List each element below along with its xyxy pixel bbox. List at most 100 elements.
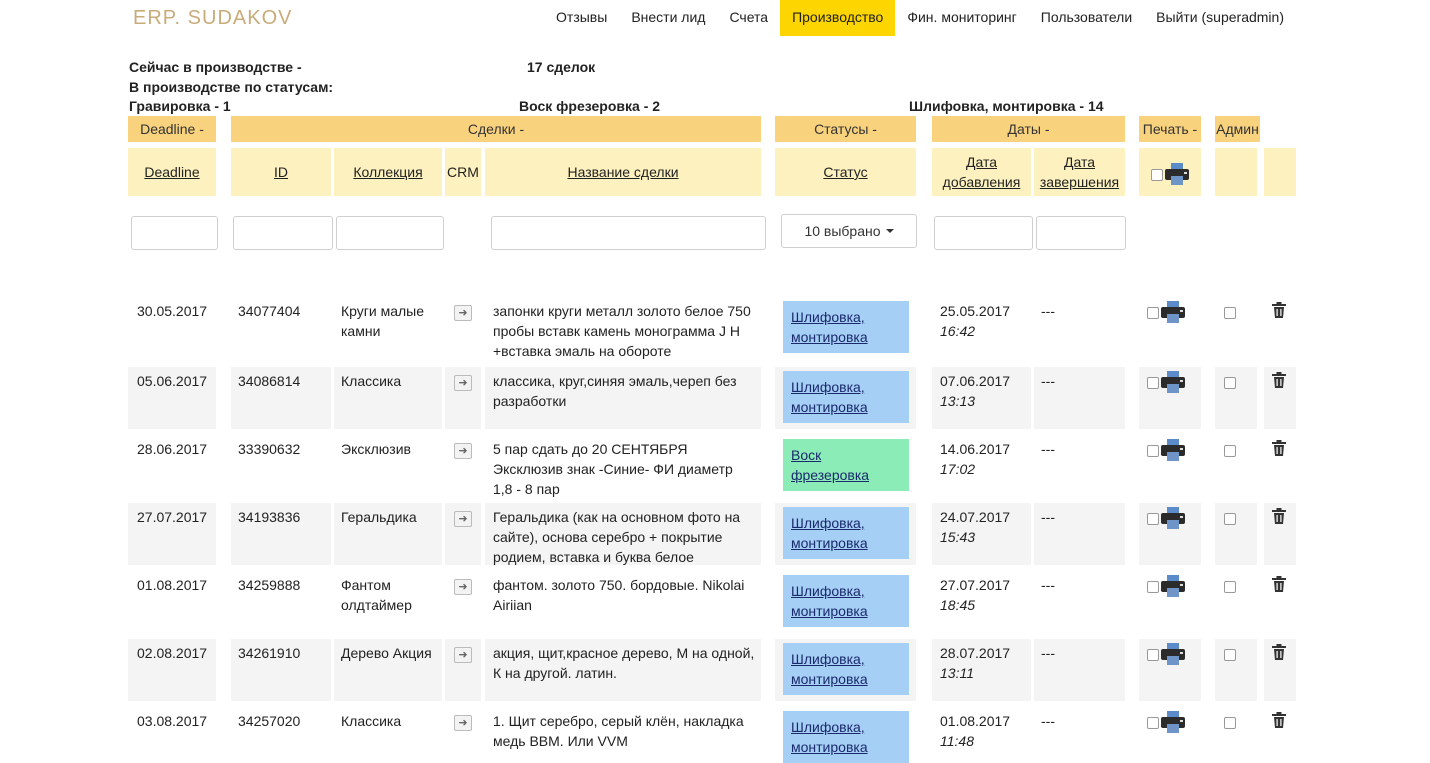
printer-icon[interactable] — [1160, 437, 1186, 463]
status-badge[interactable]: Воск фрезеровкаВоскфрезеровка — [783, 439, 909, 491]
admin-checkbox[interactable] — [1224, 649, 1236, 661]
status-link-line2[interactable]: монтировка — [791, 603, 868, 619]
status-link-line1[interactable]: Воск — [791, 447, 821, 463]
printer-icon[interactable] — [1160, 641, 1186, 667]
status-link-line1[interactable]: Шлифовка, — [791, 515, 865, 531]
col-date-done[interactable]: Дата завершения — [1034, 148, 1125, 196]
group-dates[interactable]: Даты - — [932, 116, 1125, 142]
status-link-line2[interactable]: монтировка — [791, 739, 868, 755]
crm-arrow-icon[interactable]: ➜ — [454, 511, 472, 527]
col-date-added-label[interactable]: Дата добавления — [932, 152, 1031, 192]
printer-icon[interactable] — [1160, 709, 1186, 735]
crm-arrow-icon[interactable]: ➜ — [454, 715, 472, 731]
print-all-checkbox[interactable] — [1151, 169, 1163, 181]
print-checkbox[interactable] — [1147, 513, 1159, 525]
status-link-line1[interactable]: Шлифовка, — [791, 379, 865, 395]
nav-reviews[interactable]: Отзывы — [544, 0, 619, 36]
admin-checkbox[interactable] — [1224, 445, 1236, 457]
nav-production[interactable]: Производство — [780, 0, 896, 36]
admin-checkbox[interactable] — [1224, 717, 1236, 729]
trash-icon[interactable] — [1272, 644, 1286, 660]
trash-icon[interactable] — [1272, 712, 1286, 728]
col-name-label[interactable]: Название сделки — [567, 162, 678, 182]
status-link-line2[interactable]: монтировка — [791, 399, 868, 415]
printer-icon[interactable] — [1164, 161, 1190, 187]
col-date-added[interactable]: Дата добавления — [932, 148, 1031, 196]
status-badge[interactable]: Шлифовка, монтировкаШлифовка,монтировка — [783, 711, 909, 763]
col-id-label[interactable]: ID — [274, 162, 288, 182]
nav-invoices[interactable]: Счета — [717, 0, 780, 36]
crm-arrow-icon[interactable]: ➜ — [454, 305, 472, 321]
col-name[interactable]: Название сделки — [485, 148, 761, 196]
cell-bg — [1215, 571, 1257, 633]
date-done-filter-input[interactable] — [1036, 216, 1126, 250]
status-link-line1[interactable]: Шлифовка, — [791, 309, 865, 325]
status-link-line2[interactable]: монтировка — [791, 535, 868, 551]
col-collection-label[interactable]: Коллекция — [353, 162, 422, 182]
admin-checkbox[interactable] — [1224, 307, 1236, 319]
crm-arrow-icon[interactable]: ➜ — [454, 579, 472, 595]
printer-icon[interactable] — [1160, 369, 1186, 395]
print-checkbox[interactable] — [1147, 445, 1159, 457]
admin-checkbox[interactable] — [1224, 581, 1236, 593]
brand-logo[interactable]: ERP. SUDAKOV — [133, 7, 292, 30]
status-badge[interactable]: Шлифовка, монтировкаШлифовка,монтировка — [783, 507, 909, 559]
printer-icon[interactable] — [1160, 299, 1186, 325]
col-id[interactable]: ID — [231, 148, 331, 196]
cell-id: 34259888 — [238, 577, 301, 593]
col-status[interactable]: Статус — [775, 148, 916, 196]
admin-checkbox[interactable] — [1224, 513, 1236, 525]
crm-arrow-icon[interactable]: ➜ — [454, 443, 472, 459]
col-deadline-label[interactable]: Deadline — [144, 162, 199, 182]
status-link-line1[interactable]: Шлифовка, — [791, 583, 865, 599]
id-filter-input[interactable] — [233, 216, 333, 250]
status-badge[interactable]: Шлифовка, монтировкаШлифовка,монтировка — [783, 575, 909, 627]
print-checkbox[interactable] — [1147, 717, 1159, 729]
group-statuses[interactable]: Статусы - — [775, 116, 916, 142]
print-checkbox[interactable] — [1147, 307, 1159, 319]
status-badge[interactable]: Шлифовка, монтировкаШлифовка,монтировка — [783, 643, 909, 695]
deadline-filter-input[interactable] — [131, 216, 218, 250]
status-multiselect[interactable]: 10 выбрано — [781, 214, 917, 248]
print-checkbox[interactable] — [1147, 649, 1159, 661]
status-badge[interactable]: Шлифовка, монтировкаШлифовка,монтировка — [783, 371, 909, 423]
nav-fin-monitoring[interactable]: Фин. мониторинг — [895, 0, 1028, 36]
print-checkbox[interactable] — [1147, 377, 1159, 389]
trash-icon[interactable] — [1272, 302, 1286, 318]
printer-icon[interactable] — [1160, 573, 1186, 599]
group-deals[interactable]: Сделки - — [231, 116, 761, 142]
status-link-line2[interactable]: монтировка — [791, 329, 868, 345]
print-checkbox[interactable] — [1147, 581, 1159, 593]
nav-logout[interactable]: Выйти (superadmin) — [1144, 0, 1296, 36]
status-link-line2[interactable]: фрезеровка — [791, 467, 869, 483]
col-status-label[interactable]: Статус — [823, 162, 867, 182]
in-production-count: 17 сделок — [527, 59, 596, 75]
cell-id: 33390632 — [238, 441, 301, 457]
crm-arrow-icon[interactable]: ➜ — [454, 375, 472, 391]
status-badge[interactable]: Шлифовка, монтировкаШлифовка,монтировка — [783, 301, 909, 353]
nav-users[interactable]: Пользователи — [1029, 0, 1144, 36]
date-added-date: 27.07.2017 — [940, 577, 1011, 593]
cell-bg — [1215, 297, 1257, 363]
status-link-line1[interactable]: Шлифовка, — [791, 719, 865, 735]
status-link-line2[interactable]: монтировка — [791, 671, 868, 687]
trash-icon[interactable] — [1272, 372, 1286, 388]
printer-icon[interactable] — [1160, 505, 1186, 531]
col-deadline[interactable]: Deadline — [128, 148, 216, 196]
col-collection[interactable]: Коллекция — [334, 148, 442, 196]
trash-icon[interactable] — [1272, 508, 1286, 524]
admin-checkbox[interactable] — [1224, 377, 1236, 389]
name-filter-input[interactable] — [491, 216, 766, 250]
trash-icon[interactable] — [1272, 440, 1286, 456]
col-date-done-label[interactable]: Дата завершения — [1034, 152, 1125, 192]
group-deadline[interactable]: Deadline - — [128, 116, 216, 142]
group-admin[interactable]: Админ — [1215, 116, 1260, 142]
date-added-filter-input[interactable] — [934, 216, 1033, 250]
group-print[interactable]: Печать - — [1139, 116, 1201, 142]
status-link-line1[interactable]: Шлифовка, — [791, 651, 865, 667]
collection-filter-input[interactable] — [336, 216, 444, 250]
trash-icon[interactable] — [1272, 576, 1286, 592]
nav-add-lead[interactable]: Внести лид — [619, 0, 717, 36]
cell-id: 34261910 — [238, 645, 301, 661]
crm-arrow-icon[interactable]: ➜ — [454, 647, 472, 663]
